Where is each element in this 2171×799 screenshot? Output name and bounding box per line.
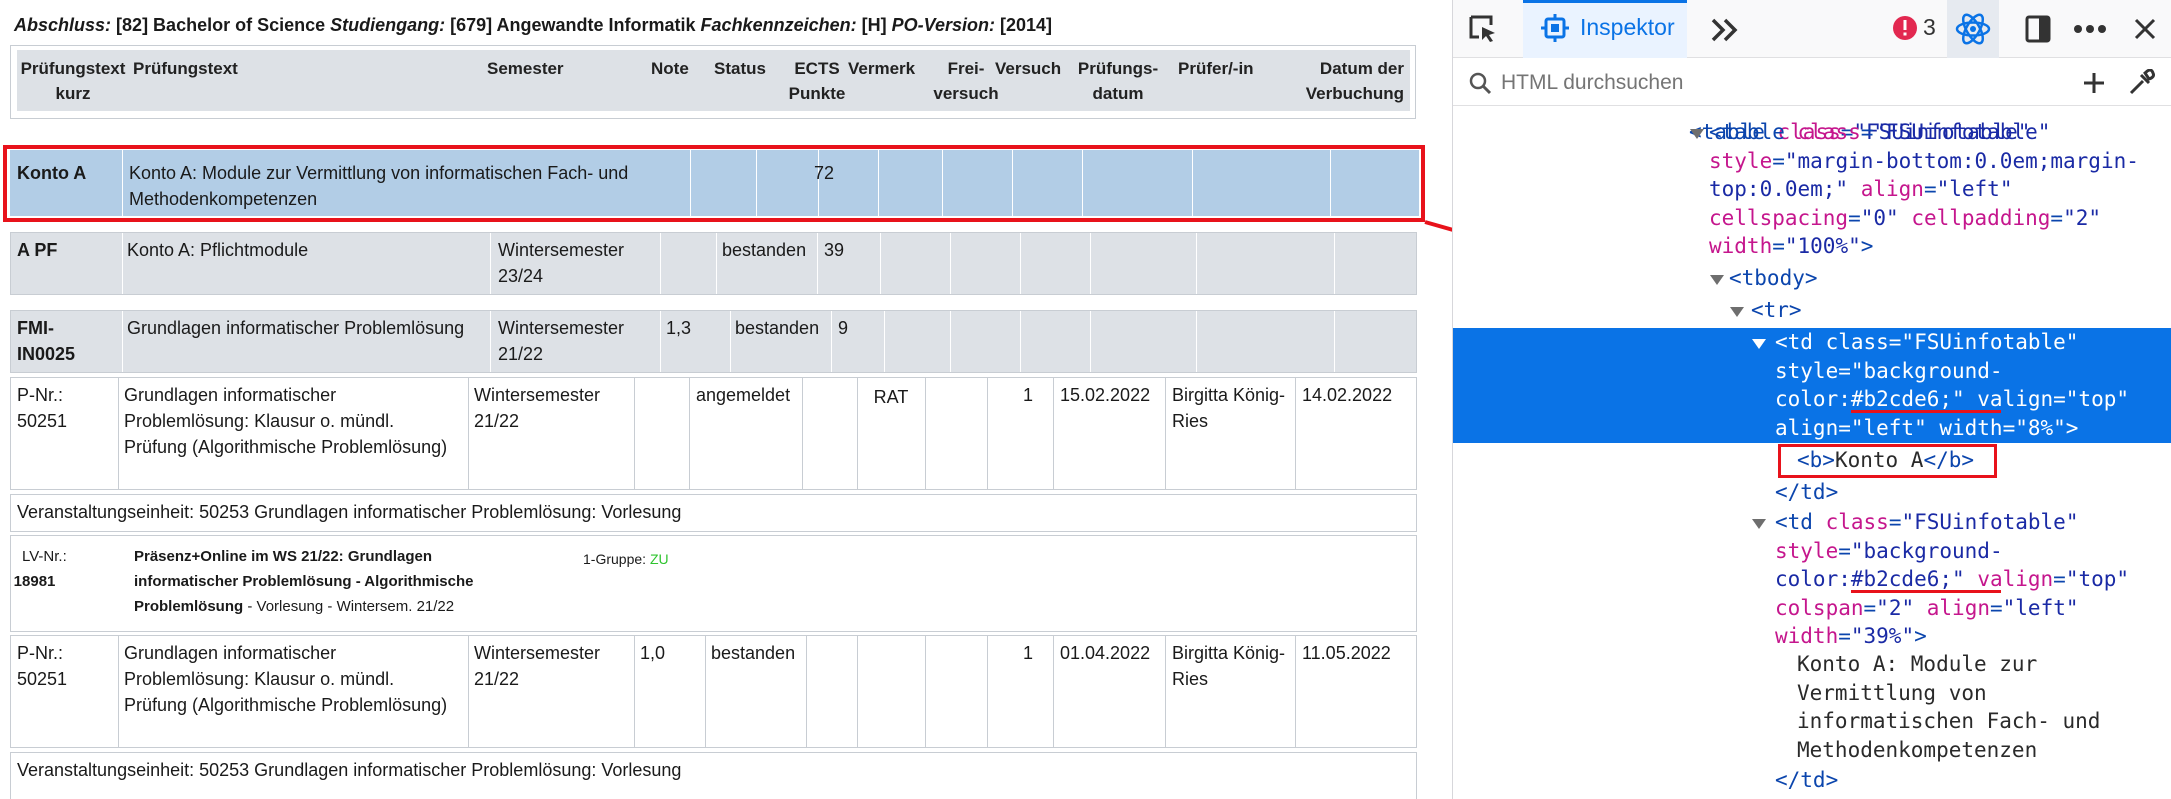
exam1-datum: 15.02.2022 — [1060, 385, 1151, 405]
col-datum: Prüfungs- datum — [1077, 59, 1159, 103]
exam2-text: Grundlagen informatischer Problemlösung:… — [124, 643, 448, 715]
more-options-icon[interactable] — [2071, 12, 2109, 46]
exam2-semester: Wintersemester 21/22 — [474, 643, 601, 689]
error-count[interactable]: 3 — [1923, 14, 1936, 41]
devtools-panel: Inspektor 3 <table class="FSUinfotable" … — [1452, 0, 2171, 799]
code-td-close-2[interactable]: </td> — [1775, 766, 1838, 795]
apf-ects: 39 — [824, 240, 845, 260]
ve2-text: Veranstaltungseinheit: 50253 Grundlagen … — [17, 760, 682, 780]
exam2-verbuchung: 11.05.2022 — [1302, 643, 1391, 663]
code-td-selected[interactable]: <td class="FSUinfotable" style="backgrou… — [1775, 328, 2129, 442]
exam1-vermerk: RAT — [873, 387, 909, 407]
exam1-pruefer: Birgitta König-Ries — [1172, 385, 1286, 431]
exam2-versuch: 1 — [1022, 643, 1033, 663]
col-vermerk: Vermerk — [848, 59, 916, 78]
twisty-tbody-icon[interactable] — [1709, 274, 1725, 286]
exam2-pnr: P-Nr.: 50251 — [17, 643, 68, 689]
exam2-datum: 01.04.2022 — [1060, 643, 1151, 663]
underline-color-2 — [1851, 590, 2001, 593]
tab-inspektor-label: Inspektor — [1580, 14, 1675, 40]
code-tbody[interactable]: <tbody> — [1729, 264, 1818, 293]
more-tabs-chevron-icon[interactable] — [1705, 10, 1745, 50]
error-icon[interactable] — [1891, 14, 1919, 42]
code-td-text: Konto A: Module zur Vermittlung von info… — [1797, 652, 2101, 762]
lv-gruppe: 1-Gruppe: ZU — [583, 551, 669, 567]
col-ects: ECTS Punkte — [788, 59, 846, 103]
close-icon[interactable] — [2129, 13, 2161, 45]
fmi-status: bestanden — [735, 318, 820, 338]
fmi-note: 1,3 — [666, 318, 692, 338]
twisty-td-selected-icon[interactable] — [1751, 338, 1767, 350]
code-td-second[interactable]: <td class="FSUinfotable" style="backgrou… — [1775, 508, 2129, 651]
degree-info-line: Abschluss: [82] Bachelor of Science Stud… — [14, 15, 1053, 35]
exam2-note: 1,0 — [640, 643, 666, 663]
fmi-text: Grundlagen informatischer Problemlösung — [127, 318, 465, 338]
apf-semester: Wintersemester 23/24 — [498, 240, 625, 286]
inspector-icon — [1538, 11, 1572, 45]
react-icon[interactable] — [1952, 8, 1994, 50]
col-note: Note — [651, 59, 689, 78]
col-status: Status — [714, 59, 766, 78]
code-table-attrs: <table class="FSUinfotable" style="margi… — [1709, 120, 2139, 258]
col-text: Prüfungstext — [133, 59, 238, 78]
col-semester: Semester — [487, 59, 564, 78]
code-td-close-1[interactable]: </td> — [1775, 478, 1838, 507]
search-icon — [1467, 70, 1493, 96]
lv-title[interactable]: Präsenz+Online im WS 21/22: Grundlagen i… — [134, 544, 524, 619]
twisty-table-icon[interactable] — [1689, 128, 1705, 140]
html-search-input[interactable] — [1499, 66, 2059, 100]
col-frei: Frei- versuch — [933, 59, 999, 103]
apf-kurz: A PF — [17, 240, 58, 260]
lv-label: LV-Nr.: 18981 — [13, 548, 67, 590]
eyedropper-icon[interactable] — [2124, 66, 2158, 100]
grade-overview-page: Abschluss: [82] Bachelor of Science Stud… — [0, 0, 1452, 799]
exam1-status: angemeldet — [696, 385, 791, 405]
element-picker-icon[interactable] — [1463, 8, 1503, 50]
add-node-icon[interactable] — [2079, 68, 2109, 98]
code-tr[interactable]: <tr> — [1751, 296, 1802, 325]
exam1-text: Grundlagen informatischer Problemlösung:… — [124, 385, 448, 457]
underline-color-1 — [1851, 410, 2001, 413]
fmi-kurz: FMI-IN0025 — [17, 318, 76, 364]
exam1-versuch: 1 — [1022, 385, 1033, 405]
exam1-pnr: P-Nr.: 50251 — [17, 385, 68, 431]
apf-text: Konto A: Pflichtmodule — [127, 240, 309, 260]
exam2-pruefer: Birgitta König-Ries — [1172, 643, 1286, 689]
dock-side-icon[interactable] — [2021, 12, 2055, 46]
col-verbuchung: Datum der Verbuchung — [1305, 59, 1404, 103]
lv-zu: ZU — [649, 551, 669, 567]
apf-status: bestanden — [722, 240, 807, 260]
col-pruefer: Prüfer/-in — [1178, 59, 1254, 78]
twisty-tr-icon[interactable] — [1729, 306, 1745, 318]
ve1-text: Veranstaltungseinheit: 50253 Grundlagen … — [17, 502, 682, 522]
highlight-box — [3, 145, 1425, 222]
col-kurz: Prüfungstext kurz — [20, 59, 126, 103]
code-b-konto-a[interactable]: <b>Konto A</b> — [1797, 446, 1974, 475]
exam1-verbuchung: 14.02.2022 — [1302, 385, 1393, 405]
exam2-status: bestanden — [711, 643, 796, 663]
column-header-row: Prüfungstext kurz Prüfungstext Semester … — [17, 50, 1410, 111]
col-versuch: Versuch — [995, 59, 1062, 78]
twisty-td2-icon[interactable] — [1751, 518, 1767, 530]
exam1-semester: Wintersemester 21/22 — [474, 385, 601, 431]
fmi-ects: 9 — [838, 318, 849, 338]
fmi-semester: Wintersemester 21/22 — [498, 318, 625, 364]
